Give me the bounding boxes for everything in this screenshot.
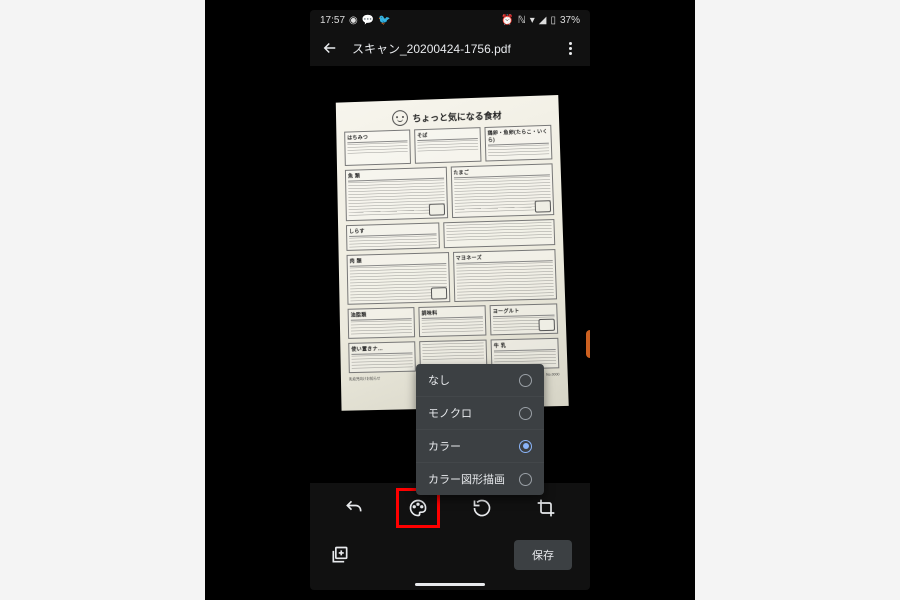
color-option-mono[interactable]: モノクロ (416, 396, 544, 429)
battery-icon: ▯ (550, 15, 556, 26)
doc-cell: マヨネーズ (452, 249, 557, 302)
alarm-icon: ⏰ (501, 15, 513, 26)
color-option-label: モノクロ (428, 405, 472, 421)
back-button[interactable] (318, 36, 342, 60)
doc-cell: 油脂類 (347, 307, 414, 339)
doc-cell: 肉 類 (346, 252, 449, 305)
phone-screen: 17:57 ◉ 💬 🐦 ⏰ ℕ ▾ ◢ ▯ 37% スキャン_20200424-… (310, 10, 590, 590)
page-title: スキャン_20200424-1756.pdf (352, 40, 548, 57)
signal-icon: ◢ (539, 15, 547, 26)
nfc-icon: ℕ (518, 15, 526, 26)
overflow-menu-button[interactable] (558, 36, 582, 60)
doc-cell: たまご (450, 163, 554, 218)
color-option-label: カラー (428, 438, 461, 454)
status-bar: 17:57 ◉ 💬 🐦 ⏰ ℕ ▾ ◢ ▯ 37% (310, 10, 590, 30)
line-icon: ◉ (349, 15, 358, 26)
twitter-icon: 🐦 (378, 15, 390, 26)
radio-icon (519, 407, 532, 420)
radio-icon (519, 473, 532, 486)
radio-selected-icon (519, 440, 532, 453)
wifi-off-icon: ▾ (530, 15, 535, 26)
document-title: ちょっと気になる食材 (412, 108, 502, 124)
egg-icon (534, 200, 550, 212)
document-face-icon (392, 110, 408, 126)
gesture-nav-handle[interactable] (415, 583, 485, 586)
doc-cell: 使い置きナ… (348, 341, 416, 373)
doc-cell: 鶏卵・魚卵(たらこ・いくら) (484, 125, 552, 162)
status-time: 17:57 (320, 15, 345, 26)
speech-icon: 💬 (362, 15, 374, 26)
doc-cell: ヨーグルト (489, 303, 558, 335)
radio-icon (519, 374, 532, 387)
doc-cell: はちみつ (344, 129, 411, 165)
color-option-color-drawing[interactable]: カラー図形描画 (416, 462, 544, 495)
color-option-color[interactable]: カラー (416, 429, 544, 462)
doc-footer-left: 乳幼児向けお知らせ (348, 376, 380, 382)
doc-cell (442, 219, 554, 248)
fish-icon (428, 203, 444, 215)
bottom-bar: 保存 (310, 533, 590, 583)
chicken-icon (430, 287, 446, 299)
color-option-label: カラー図形描画 (428, 471, 505, 487)
doc-cell: そば (414, 127, 481, 164)
battery-percent: 37% (560, 15, 580, 26)
undo-button[interactable] (335, 489, 373, 527)
color-option-label: なし (428, 372, 450, 388)
color-mode-menu: なし モノクロ カラー カラー図形描画 (416, 364, 544, 495)
gesture-edge-hint (586, 330, 590, 358)
milk-icon (538, 319, 555, 332)
doc-footer-right: No.0000 (546, 372, 560, 377)
doc-cell: 調味料 (418, 305, 486, 337)
device-frame: 17:57 ◉ 💬 🐦 ⏰ ℕ ▾ ◢ ▯ 37% スキャン_20200424-… (205, 0, 695, 600)
color-option-none[interactable]: なし (416, 364, 544, 396)
app-bar: スキャン_20200424-1756.pdf (310, 30, 590, 66)
add-page-button[interactable] (328, 543, 352, 567)
save-button[interactable]: 保存 (514, 540, 572, 570)
doc-cell: しらす (345, 222, 439, 251)
doc-cell: 魚 類 (344, 167, 447, 221)
